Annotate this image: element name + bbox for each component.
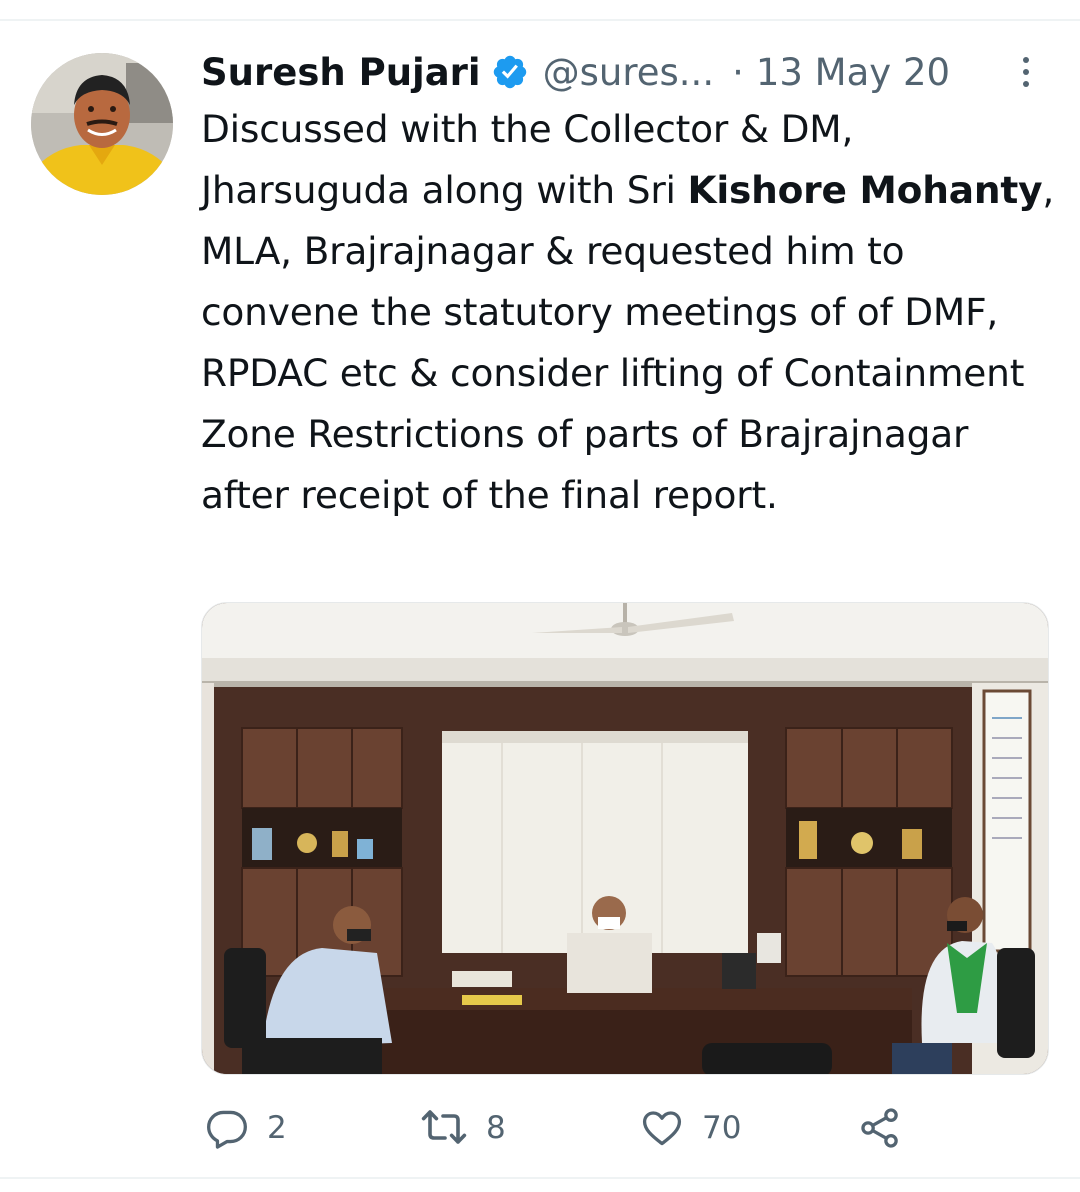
avatar-image <box>31 53 173 195</box>
share-icon[interactable] <box>858 1106 902 1150</box>
separator-dot: · <box>732 50 744 94</box>
more-vertical-icon[interactable] <box>1016 52 1036 92</box>
tweet-header: Suresh Pujari @sures... · 13 May 20 <box>201 44 1051 100</box>
tweet-actions: 2 8 70 <box>0 1098 1080 1158</box>
top-divider <box>0 19 1080 21</box>
like-action[interactable]: 70 <box>640 1098 741 1158</box>
like-count: 70 <box>702 1110 742 1146</box>
tweet-date[interactable]: 13 May 20 <box>756 51 950 94</box>
heart-icon[interactable] <box>640 1106 684 1150</box>
retweet-count: 8 <box>486 1110 506 1146</box>
author-handle[interactable]: @sures... <box>543 51 714 94</box>
avatar[interactable] <box>31 53 173 195</box>
reply-action[interactable]: 2 <box>205 1098 287 1158</box>
tweet-text: Discussed with the Collector & DM, Jhars… <box>201 99 1061 526</box>
reply-count: 2 <box>267 1110 287 1146</box>
retweet-action[interactable]: 8 <box>420 1098 506 1158</box>
reply-icon[interactable] <box>205 1106 249 1150</box>
meeting-room-photo <box>202 603 1048 1074</box>
bottom-divider <box>0 1177 1080 1179</box>
tweet-text-part2: , MLA, Brajrajnagar & requested him to c… <box>201 168 1055 517</box>
tweet-text-bold-name: Kishore Mohanty <box>687 168 1043 212</box>
tweet-photo[interactable] <box>201 602 1049 1075</box>
retweet-icon[interactable] <box>420 1106 468 1150</box>
verified-badge-icon <box>491 53 529 91</box>
author-display-name[interactable]: Suresh Pujari <box>201 51 481 94</box>
share-action[interactable] <box>858 1098 902 1158</box>
